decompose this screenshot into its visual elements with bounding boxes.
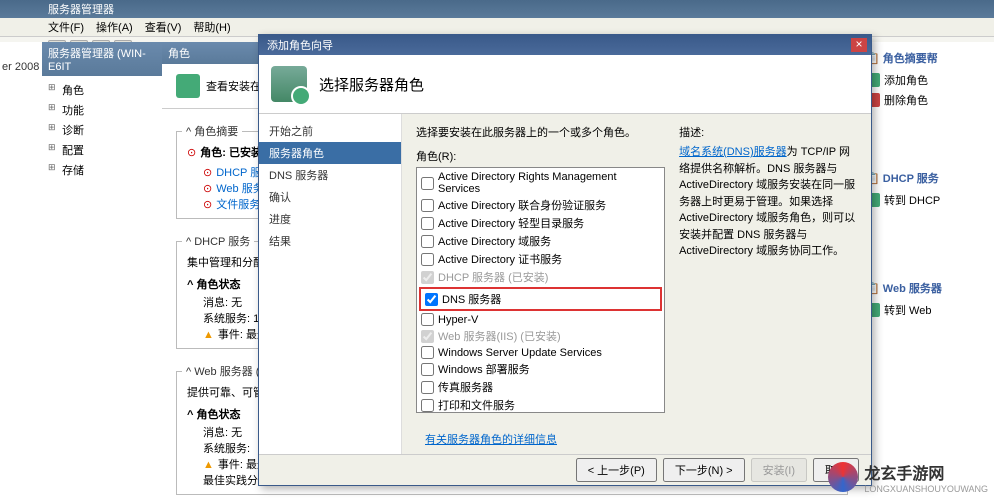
- role-checkbox-item[interactable]: DNS 服务器: [423, 290, 658, 308]
- role-label: Active Directory 域服务: [438, 233, 551, 249]
- tree-item[interactable]: 存储: [48, 160, 162, 180]
- action-link[interactable]: 转到 Web: [866, 300, 990, 320]
- roles-label: 角色(R):: [416, 148, 665, 164]
- tree-item[interactable]: 诊断: [48, 120, 162, 140]
- menu-file[interactable]: 文件(F): [48, 19, 84, 35]
- role-checkbox-item[interactable]: 传真服务器: [419, 378, 662, 396]
- role-label: 传真服务器: [438, 379, 493, 395]
- role-checkbox[interactable]: [421, 313, 434, 326]
- role-checkbox: [421, 330, 434, 343]
- role-label: Active Directory 联合身份验证服务: [438, 197, 606, 213]
- role-checkbox-item[interactable]: 打印和文件服务: [419, 396, 662, 413]
- role-checkbox[interactable]: [425, 293, 438, 306]
- instruct-text: 选择要安装在此服务器上的一个或多个角色。: [416, 124, 665, 140]
- role-checkbox-item[interactable]: Active Directory Rights Management Servi…: [419, 170, 662, 196]
- role-label: 打印和文件服务: [438, 397, 515, 413]
- role-checkbox-item[interactable]: Active Directory 联合身份验证服务: [419, 196, 662, 214]
- role-checkbox[interactable]: [421, 253, 434, 266]
- right-group-title: 📋 DHCP 服务: [866, 170, 990, 186]
- tree-item[interactable]: 配置: [48, 140, 162, 160]
- role-label: DNS 服务器: [442, 291, 501, 307]
- section-title: ^ DHCP 服务: [182, 233, 254, 249]
- prev-button[interactable]: < 上一步(P): [576, 458, 657, 482]
- watermark-name: 龙玄手游网: [864, 466, 944, 483]
- role-label: Hyper-V: [438, 314, 478, 326]
- role-checkbox[interactable]: [421, 381, 434, 394]
- role-checkbox-item: Web 服务器(IIS) (已安装): [419, 327, 662, 345]
- role-label: Active Directory 轻型目录服务: [438, 215, 584, 231]
- role-label: DHCP 服务器 (已安装): [438, 269, 548, 285]
- wizard-icon: [271, 66, 307, 102]
- dialog-titlebar[interactable]: 添加角色向导 ×: [259, 35, 871, 55]
- role-checkbox-item[interactable]: Active Directory 轻型目录服务: [419, 214, 662, 232]
- wizard-nav: 开始之前服务器角色DNS 服务器确认进度结果: [259, 114, 402, 454]
- role-checkbox-item[interactable]: Active Directory 域服务: [419, 232, 662, 250]
- dialog-heading: 选择服务器角色: [319, 74, 424, 95]
- role-checkbox[interactable]: [421, 346, 434, 359]
- action-link[interactable]: 添加角色: [866, 70, 990, 90]
- role-label: Active Directory 证书服务: [438, 251, 562, 267]
- role-checkbox-item[interactable]: Hyper-V: [419, 312, 662, 327]
- action-link[interactable]: 转到 DHCP: [866, 190, 990, 210]
- role-label: Web 服务器(IIS) (已安装): [438, 328, 561, 344]
- roles-icon: [176, 74, 200, 98]
- role-label: Windows Server Update Services: [438, 347, 602, 359]
- role-checkbox[interactable]: [421, 399, 434, 412]
- role-checkbox-item[interactable]: Windows 部署服务: [419, 360, 662, 378]
- role-checkbox[interactable]: [421, 177, 434, 190]
- action-link[interactable]: 删除角色: [866, 90, 990, 110]
- left-strip: er 2008: [0, 42, 43, 500]
- roles-help-link[interactable]: 有关服务器角色的详细信息: [425, 434, 557, 446]
- wizard-step[interactable]: 服务器角色: [259, 142, 401, 164]
- roles-listbox[interactable]: Active Directory Rights Management Servi…: [416, 167, 665, 413]
- server-tree: 服务器管理器 (WIN-E6IT 角色功能诊断配置存储: [42, 42, 163, 500]
- wizard-step[interactable]: DNS 服务器: [259, 164, 401, 186]
- wizard-step[interactable]: 开始之前: [259, 120, 401, 142]
- watermark: 龙玄手游网 LONGXUANSHOUYOUWANG: [828, 460, 988, 494]
- tree-item[interactable]: 角色: [48, 80, 162, 100]
- right-panel: 📋 角色摘要帮 添加角色删除角色 📋 DHCP 服务 转到 DHCP 📋 Web…: [862, 42, 994, 500]
- right-group-title: 📋 Web 服务器: [866, 280, 990, 296]
- dialog-header: 选择服务器角色: [259, 55, 871, 114]
- close-button[interactable]: ×: [851, 38, 867, 52]
- desc-text: 域名系统(DNS)服务器为 TCP/IP 网络提供名称解析。DNS 服务器与 A…: [679, 144, 857, 260]
- bullet-icon: ⊙: [187, 147, 196, 159]
- role-checkbox[interactable]: [421, 235, 434, 248]
- next-button[interactable]: 下一步(N) >: [663, 458, 745, 482]
- role-checkbox-item[interactable]: Windows Server Update Services: [419, 345, 662, 360]
- server-tree-header: 服务器管理器 (WIN-E6IT: [42, 42, 162, 76]
- dialog-title: 添加角色向导: [267, 37, 333, 53]
- role-checkbox-item[interactable]: Active Directory 证书服务: [419, 250, 662, 268]
- role-checkbox: [421, 271, 434, 284]
- desc-label: 描述:: [679, 124, 857, 140]
- role-label: Active Directory Rights Management Servi…: [438, 171, 660, 195]
- install-button: 安装(I): [751, 458, 807, 482]
- right-group-title: 📋 角色摘要帮: [866, 50, 990, 66]
- wizard-step[interactable]: 结果: [259, 230, 401, 252]
- role-checkbox[interactable]: [421, 217, 434, 230]
- dialog-footer: < 上一步(P) 下一步(N) > 安装(I) 取消: [259, 454, 871, 485]
- add-roles-wizard-dialog: 添加角色向导 × 选择服务器角色 开始之前服务器角色DNS 服务器确认进度结果 …: [258, 34, 872, 486]
- role-checkbox-item: DHCP 服务器 (已安装): [419, 268, 662, 286]
- menu-view[interactable]: 查看(V): [145, 19, 182, 35]
- role-checkbox[interactable]: [421, 199, 434, 212]
- menu-help[interactable]: 帮助(H): [193, 19, 230, 35]
- role-label: Windows 部署服务: [438, 361, 530, 377]
- menu-action[interactable]: 操作(A): [96, 19, 133, 35]
- watermark-logo-icon: [828, 462, 858, 492]
- tree-item[interactable]: 功能: [48, 100, 162, 120]
- left-strip-label: er 2008: [0, 60, 42, 74]
- role-checkbox[interactable]: [421, 363, 434, 376]
- watermark-url: LONGXUANSHOUYOUWANG: [864, 484, 988, 494]
- wizard-step[interactable]: 确认: [259, 186, 401, 208]
- wizard-step[interactable]: 进度: [259, 208, 401, 230]
- desc-link[interactable]: 域名系统(DNS)服务器: [679, 146, 787, 158]
- window-title: 服务器管理器: [48, 1, 114, 17]
- main-titlebar: 服务器管理器: [0, 0, 994, 18]
- section-title: ^ 角色摘要: [182, 123, 242, 139]
